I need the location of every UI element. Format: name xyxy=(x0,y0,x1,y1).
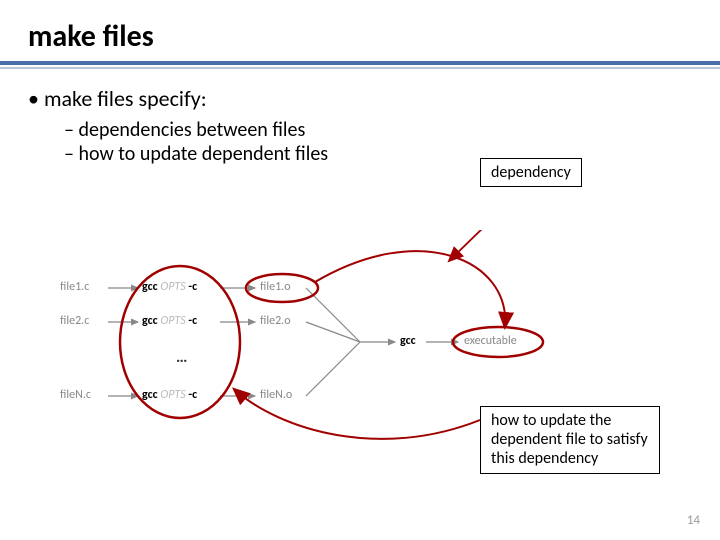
body-content: make files specify: dependencies between… xyxy=(0,85,720,166)
obj-file-2: file2.o xyxy=(260,314,291,328)
slide-title: make files xyxy=(0,0,720,61)
bullet-main: make files specify: xyxy=(28,85,692,112)
executable: executable xyxy=(464,334,517,348)
howto-label: how to update the dependent file to sati… xyxy=(480,406,660,474)
page-number: 14 xyxy=(687,513,700,528)
bullet-sub-1: dependencies between files xyxy=(64,118,692,142)
compile-cmd-2: gcc OPTS -c xyxy=(142,314,197,328)
src-file-2: file2.c xyxy=(60,314,89,328)
bullet-sub-2: how to update dependent files xyxy=(64,142,692,166)
compile-cmd-n: gcc OPTS -c xyxy=(142,388,197,402)
dependency-label: dependency xyxy=(480,158,582,187)
src-file-1: file1.c xyxy=(60,280,89,294)
ellipsis: … xyxy=(176,348,187,367)
obj-file-n: fileN.o xyxy=(260,388,292,402)
src-file-n: fileN.c xyxy=(60,388,91,402)
title-underline xyxy=(0,61,720,71)
compile-cmd-1: gcc OPTS -c xyxy=(142,280,197,294)
obj-file-1: file1.o xyxy=(260,280,291,294)
link-cmd: gcc xyxy=(400,334,416,348)
